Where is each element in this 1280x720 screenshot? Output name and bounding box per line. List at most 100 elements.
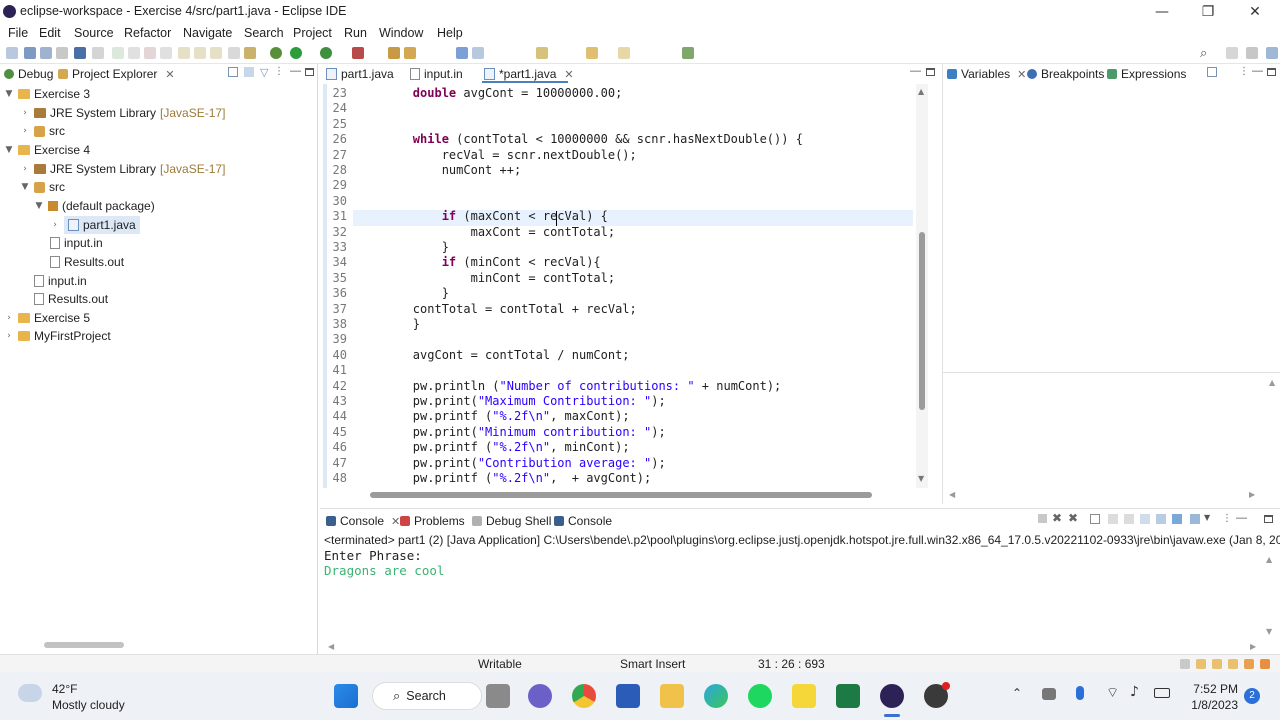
tools-icon[interactable] xyxy=(1228,659,1238,669)
view-menu-icon[interactable]: ⋮ xyxy=(1222,513,1232,524)
excel-icon[interactable] xyxy=(836,684,860,708)
chevron-right-icon[interactable]: › xyxy=(4,327,14,345)
microphone-icon[interactable] xyxy=(1076,686,1084,700)
step-return-icon[interactable] xyxy=(210,47,222,59)
minimize-button[interactable]: — xyxy=(1148,2,1176,22)
perspective-active-icon[interactable] xyxy=(1266,47,1278,59)
menu-run[interactable]: Run xyxy=(344,26,367,40)
coverage-icon[interactable] xyxy=(320,47,332,59)
wifi-icon[interactable]: ⌔ xyxy=(1106,684,1119,702)
vertical-scrollbar[interactable]: ▲ ▼ xyxy=(916,84,928,488)
tab-breakpoints[interactable]: Breakpoints xyxy=(1027,67,1104,81)
eclipse-icon[interactable] xyxy=(880,684,904,708)
menu-window[interactable]: Window xyxy=(379,26,423,40)
network-status-icon[interactable] xyxy=(1042,688,1056,700)
use-step-filters-icon[interactable] xyxy=(244,47,256,59)
tab-part1-java-dirty[interactable]: *part1.java ✕ xyxy=(484,67,574,81)
next-annotation-icon[interactable] xyxy=(536,47,548,59)
perspective-debug-icon[interactable] xyxy=(1246,47,1258,59)
chevron-up-icon[interactable]: ⌃ xyxy=(1012,686,1022,700)
tools-icon[interactable] xyxy=(1212,659,1222,669)
search-toolbar-icon[interactable] xyxy=(472,47,484,59)
open-console-icon[interactable] xyxy=(1172,514,1182,524)
code-line[interactable]: pw.printf ("%.2f\n", + avgCont); xyxy=(355,471,651,485)
tree-exercise-4[interactable]: ▼ Exercise 4 xyxy=(4,141,91,159)
external-tools-icon[interactable] xyxy=(352,47,364,59)
file-explorer-icon[interactable] xyxy=(660,684,684,708)
weather-icon[interactable] xyxy=(18,684,42,702)
menu-refactor[interactable]: Refactor xyxy=(124,26,171,40)
code-line[interactable]: pw.printf ("%.2f\n", minCont); xyxy=(355,440,630,454)
tree-results-out[interactable]: Results.out xyxy=(50,253,124,271)
maximize-view-icon[interactable] xyxy=(305,68,314,76)
tab-problems[interactable]: Problems xyxy=(400,514,465,528)
chevron-right-icon[interactable]: › xyxy=(50,216,60,234)
tree-input-in[interactable]: input.in xyxy=(50,234,103,252)
maximize-view-icon[interactable] xyxy=(926,68,935,76)
step-over-icon[interactable] xyxy=(194,47,206,59)
tab-part1-java[interactable]: part1.java xyxy=(326,67,394,81)
code-line[interactable]: avgCont = contTotal / numCont; xyxy=(355,348,630,362)
tab-debug-shell[interactable]: Debug Shell xyxy=(472,514,551,528)
code-line[interactable]: } xyxy=(355,317,420,331)
code-line[interactable]: maxCont = contTotal; xyxy=(355,225,616,239)
scroll-up-icon[interactable]: ▲ xyxy=(1266,555,1272,564)
scroll-right-icon[interactable]: ▶ xyxy=(1249,490,1255,499)
new-icon[interactable] xyxy=(6,47,18,59)
code-line[interactable]: recVal = scnr.nextDouble(); xyxy=(355,148,637,162)
terminate-icon[interactable] xyxy=(144,47,156,59)
scroll-up-icon[interactable]: ▲ xyxy=(918,87,924,96)
run-icon[interactable] xyxy=(290,47,302,59)
tab-console-2[interactable]: Console xyxy=(554,514,612,528)
tools-icon[interactable] xyxy=(1260,659,1270,669)
tree-part1-java[interactable]: › part1.java xyxy=(50,216,140,234)
close-icon[interactable]: ✕ xyxy=(564,68,573,81)
maximize-button[interactable]: ❐ xyxy=(1194,2,1222,22)
code-line[interactable]: minCont = contTotal; xyxy=(355,271,616,285)
back-icon[interactable] xyxy=(586,47,598,59)
step-into-icon[interactable] xyxy=(178,47,190,59)
filter-icon[interactable]: ▽ xyxy=(260,66,268,79)
collapse-all-icon[interactable] xyxy=(1207,67,1217,77)
chevron-down-icon[interactable]: ▼ xyxy=(1204,513,1210,522)
minimize-view-icon[interactable]: — xyxy=(1236,512,1247,524)
tree-exercise-3[interactable]: ▼ Exercise 3 xyxy=(4,85,91,103)
battery-icon[interactable] xyxy=(1154,688,1170,698)
tree-ex3-src[interactable]: › src xyxy=(20,122,65,140)
weather-desc[interactable]: Mostly cloudy xyxy=(52,698,125,712)
scroll-left-icon[interactable]: ◀ xyxy=(328,642,334,651)
pin-editor-icon[interactable] xyxy=(682,47,694,59)
chevron-down-icon[interactable]: ▼ xyxy=(4,85,14,103)
tab-expressions[interactable]: Expressions xyxy=(1107,67,1186,81)
tab-project-explorer[interactable]: Project Explorer ✕ xyxy=(58,67,175,81)
word-icon[interactable] xyxy=(616,684,640,708)
weather-temp[interactable]: 42°F xyxy=(52,682,77,696)
tab-debug[interactable]: Debug xyxy=(4,67,53,81)
clear-console-icon[interactable] xyxy=(1090,514,1100,524)
chevron-down-icon[interactable]: ▼ xyxy=(34,197,44,215)
skip-breakpoints-icon[interactable] xyxy=(92,47,104,59)
tools-icon[interactable] xyxy=(1196,659,1206,669)
link-editor-icon[interactable] xyxy=(244,67,254,77)
perspective-java-icon[interactable] xyxy=(1226,47,1238,59)
scroll-right-icon[interactable]: ▶ xyxy=(1250,642,1256,651)
chevron-right-icon[interactable]: › xyxy=(20,104,30,122)
gear-icon[interactable] xyxy=(1180,659,1190,669)
code-editor[interactable]: 23 double avgCont = 10000000.00; 24 25 26 w… xyxy=(323,84,916,488)
drop-frame-icon[interactable] xyxy=(228,47,240,59)
minimize-view-icon[interactable]: — xyxy=(290,65,301,77)
new-package-icon[interactable] xyxy=(404,47,416,59)
tree-ex4-jre[interactable]: › JRE System Library [JavaSE-17] xyxy=(20,160,225,178)
new-java-project-icon[interactable] xyxy=(388,47,400,59)
status-insert-mode[interactable]: Smart Insert xyxy=(620,657,685,671)
close-icon[interactable]: ✕ xyxy=(1017,68,1026,81)
save-icon[interactable] xyxy=(24,47,36,59)
tree-exercise-5[interactable]: › Exercise 5 xyxy=(4,309,90,327)
tab-variables[interactable]: Variables ✕ xyxy=(947,67,1026,81)
scroll-left-icon[interactable]: ◀ xyxy=(949,490,955,499)
scroll-lock-icon[interactable] xyxy=(1108,514,1118,524)
chrome-icon[interactable] xyxy=(572,684,596,708)
taskbar-search[interactable]: ⌕ Search xyxy=(372,682,482,710)
save-all-icon[interactable] xyxy=(40,47,52,59)
view-menu-icon[interactable]: ⋮ xyxy=(274,66,284,77)
